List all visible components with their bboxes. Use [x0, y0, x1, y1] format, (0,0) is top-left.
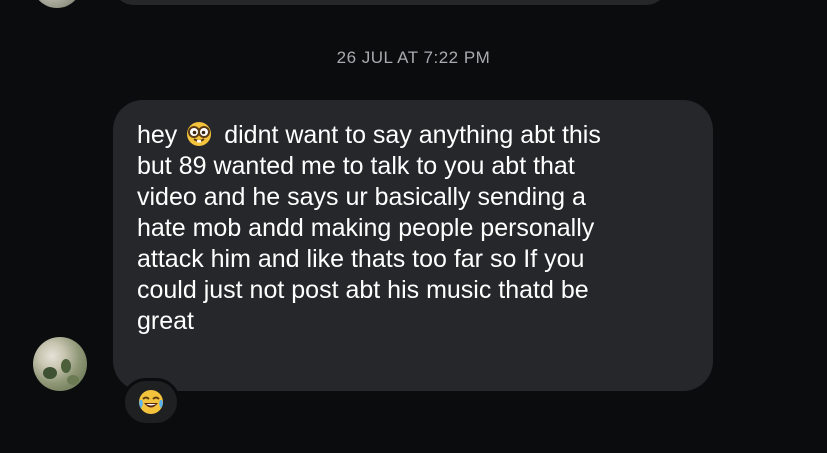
message-bubble[interactable]: hey didnt want to say anything abt this …: [113, 100, 713, 391]
reaction-pill[interactable]: [122, 378, 180, 426]
message-timestamp: 26 JUL AT 7:22 PM: [336, 48, 491, 67]
previous-message-bubble[interactable]: [112, 0, 668, 5]
sender-avatar[interactable]: [33, 337, 87, 391]
message-text-rest: didnt want to say anything abt this but …: [137, 121, 601, 335]
message-text: hey didnt want to say anything abt this …: [137, 120, 689, 337]
previous-sender-avatar[interactable]: [32, 0, 82, 8]
face-with-tears-of-joy-icon: [139, 390, 163, 414]
message-text-start: hey: [137, 121, 178, 149]
nerd-glasses-face-icon: [187, 122, 212, 146]
